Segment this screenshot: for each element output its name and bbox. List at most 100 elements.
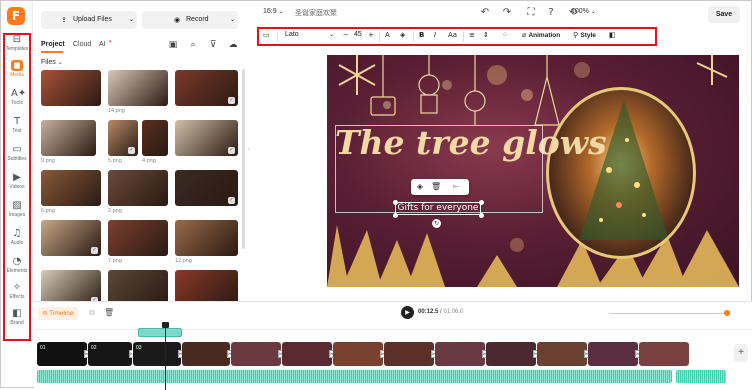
panel-scrollbar[interactable] [242, 69, 245, 249]
checkmark-icon[interactable]: ✓ [91, 247, 98, 254]
video-clip[interactable] [231, 342, 281, 366]
resize-handle[interactable] [393, 200, 398, 205]
checkmark-icon[interactable]: ✓ [228, 97, 235, 104]
media-thumbnail[interactable] [175, 220, 238, 256]
rail-media[interactable]: ▆ Media [2, 59, 32, 85]
rotate-icon[interactable]: ↻ [432, 219, 441, 228]
undo-icon[interactable]: ↶ [479, 7, 491, 19]
rail-subtitles[interactable]: ▭ Subtitles [2, 143, 32, 169]
rail-images[interactable]: ▨ Images [2, 199, 32, 225]
zoom-slider-knob[interactable] [724, 310, 730, 316]
help-icon[interactable]: ? [545, 7, 557, 19]
upload-files-button[interactable]: ⇪ Upload Files ⌄ [41, 11, 137, 29]
record-button[interactable]: ◉ Record ⌄ [142, 11, 238, 29]
media-thumbnail[interactable] [41, 120, 96, 156]
redo-icon[interactable]: ↷ [501, 7, 513, 19]
app-logo[interactable]: F [7, 7, 25, 25]
audio-clip[interactable] [138, 328, 182, 337]
video-clip[interactable]: 02 [88, 342, 132, 366]
save-button[interactable]: Save [708, 6, 740, 23]
resize-handle[interactable] [393, 213, 398, 218]
subtitle-text[interactable]: Gifts for everyone [395, 202, 481, 215]
video-clip[interactable]: 03 [132, 341, 182, 367]
filter-icon[interactable]: ⊽ [207, 39, 219, 51]
text-case-icon[interactable]: Aa [448, 31, 457, 39]
font-family-select[interactable]: Lato [285, 31, 299, 38]
brand-kit-icon[interactable]: ◧ [609, 31, 616, 39]
split-icon[interactable]: ⇤ [451, 182, 461, 191]
video-clip[interactable] [384, 342, 434, 366]
video-canvas[interactable]: The tree glows ◈ 🗑 ⇤ Gifts for everyone … [327, 55, 739, 287]
import-folder-icon[interactable]: ▣ [167, 39, 179, 51]
add-clip-button[interactable]: + [734, 344, 748, 362]
delete-clip-icon[interactable]: 🗑 [104, 308, 114, 317]
video-clip[interactable] [282, 342, 332, 366]
media-folder-icon: ▆ [11, 60, 23, 71]
text-color-icon[interactable]: A [385, 31, 390, 39]
italic-icon[interactable]: I [434, 31, 436, 39]
collapse-panel-handle[interactable]: ‹ [248, 147, 252, 157]
video-clip[interactable] [639, 342, 689, 366]
search-icon[interactable]: ⌕ [187, 39, 199, 51]
rail-elements[interactable]: ◔ Elements [2, 255, 32, 281]
line-spacing-icon[interactable]: ⇕ [483, 31, 489, 39]
time-readout: 00:12.5 / 01:06.0 [418, 309, 464, 315]
increase-size-icon[interactable]: + [368, 31, 374, 39]
media-thumbnail[interactable] [41, 70, 101, 106]
checkmark-icon[interactable]: ✓ [128, 147, 135, 154]
align-center-icon[interactable]: ≡ [469, 31, 475, 39]
rail-videos[interactable]: ▶ Videos [2, 171, 32, 197]
media-thumbnail[interactable] [108, 220, 168, 256]
audio-waveform-track[interactable] [676, 370, 726, 383]
media-thumbnail[interactable] [142, 120, 168, 156]
timeline-zoom-slider[interactable] [609, 313, 729, 314]
bold-icon[interactable]: B [419, 31, 424, 39]
comment-icon[interactable]: ▭ [263, 31, 270, 39]
media-thumbnail[interactable] [108, 170, 168, 206]
rail-templates[interactable]: ⊟ Templates [2, 33, 32, 59]
video-clip[interactable] [588, 342, 638, 366]
rail-audio[interactable]: ♫ Audio [2, 227, 32, 253]
play-button[interactable]: ▶ [401, 306, 414, 319]
layers-icon[interactable]: ◈ [415, 182, 425, 191]
christmas-tree-photo[interactable] [546, 87, 696, 259]
video-clip[interactable] [486, 342, 536, 366]
resize-handle[interactable] [479, 213, 484, 218]
audio-waveform-track[interactable] [37, 370, 672, 383]
aspect-ratio-select[interactable]: 16:9 ⌄ [263, 8, 284, 15]
timeline-toggle[interactable]: ≋ Timeline [38, 307, 78, 320]
rail-text[interactable]: T Text [2, 115, 32, 141]
video-clip[interactable]: 01 [37, 342, 87, 366]
rail-effects[interactable]: ✧ Effects [2, 281, 32, 307]
style-button[interactable]: ⚲ Style [573, 31, 596, 39]
cloud-icon[interactable]: ☁ [227, 39, 239, 51]
highlight-color-icon[interactable]: ◈ [400, 31, 405, 39]
trash-icon[interactable]: 🗑 [431, 182, 441, 191]
files-dropdown[interactable]: Files ⌄ [41, 59, 63, 66]
font-size-value[interactable]: 45 [354, 31, 362, 38]
chevron-down-icon[interactable]: ⌄ [329, 31, 334, 38]
split-clip-icon[interactable]: ⧉ [89, 308, 95, 318]
fullscreen-icon[interactable]: ⛶ [525, 7, 537, 19]
media-thumbnail[interactable] [108, 70, 168, 106]
playhead[interactable] [165, 324, 166, 390]
rail-brand[interactable]: ◧ Brand [2, 307, 32, 329]
video-clip[interactable] [333, 342, 383, 366]
decrease-size-icon[interactable]: − [343, 31, 349, 39]
video-clip[interactable] [182, 342, 230, 366]
tab-project[interactable]: Project [41, 41, 65, 48]
tab-cloud[interactable]: Cloud [73, 41, 91, 48]
project-name[interactable]: 圣诞家庭欢聚 [295, 8, 337, 18]
checkmark-icon[interactable]: ✓ [228, 147, 235, 154]
zoom-select[interactable]: 100% ⌄ [571, 8, 596, 15]
animation-button[interactable]: ⌀ Animation [522, 31, 560, 39]
video-clip[interactable] [435, 342, 485, 366]
tab-ai[interactable]: AI [99, 41, 106, 48]
selection-box[interactable] [335, 125, 543, 213]
media-thumbnail[interactable] [41, 170, 101, 206]
video-clip[interactable] [537, 342, 587, 366]
checkmark-icon[interactable]: ✓ [228, 197, 235, 204]
rail-tools[interactable]: A✦ Tools [2, 87, 32, 113]
resize-handle[interactable] [479, 200, 484, 205]
effects-icon[interactable]: ⁘ [502, 31, 508, 39]
